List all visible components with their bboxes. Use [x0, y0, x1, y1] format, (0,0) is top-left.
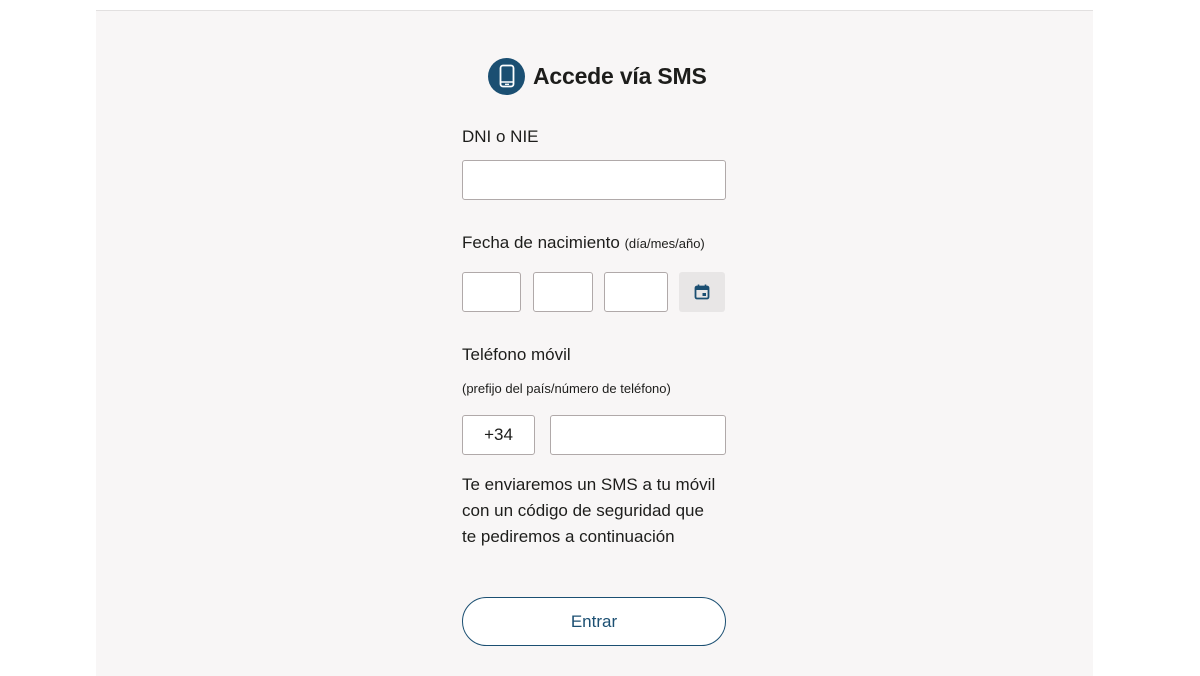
mobile-phone-icon: [488, 57, 525, 95]
sms-info-line: Te enviaremos un SMS a tu móvil: [462, 475, 716, 494]
phone-hint: (prefijo del país/número de teléfono): [462, 381, 671, 396]
calendar-button[interactable]: [679, 272, 725, 312]
sms-info-line: te pediremos a continuación: [462, 527, 675, 546]
birth-date-hint: (día/mes/año): [624, 236, 705, 251]
login-panel: [96, 10, 1093, 676]
dni-label: DNI o NIE: [462, 127, 539, 146]
sms-info-text: Te enviaremos un SMS a tu móvil con un c…: [462, 472, 742, 550]
phone-number-input[interactable]: [551, 416, 725, 454]
birth-day-input[interactable]: [463, 273, 520, 311]
phone-prefix-field[interactable]: +34: [462, 415, 535, 455]
sms-info-line: con un código de seguridad que: [462, 501, 704, 520]
birth-month-field[interactable]: [533, 272, 593, 312]
phone-label: Teléfono móvil: [462, 345, 571, 364]
birth-day-field[interactable]: [462, 272, 521, 312]
birth-year-input[interactable]: [605, 273, 667, 311]
phone-number-field[interactable]: [550, 415, 726, 455]
birth-year-field[interactable]: [604, 272, 668, 312]
birth-date-label: Fecha de nacimiento (día/mes/año): [462, 233, 705, 253]
submit-button[interactable]: Entrar: [462, 597, 726, 646]
calendar-icon: [694, 284, 710, 300]
phone-prefix-value: +34: [484, 425, 513, 444]
dni-input[interactable]: [463, 161, 725, 199]
page-title: Accede vía SMS: [533, 62, 707, 89]
birth-date-label-text: Fecha de nacimiento: [462, 233, 620, 252]
page-title-row: Accede vía SMS: [488, 57, 707, 95]
birth-month-input[interactable]: [534, 273, 592, 311]
dni-field[interactable]: [462, 160, 726, 200]
